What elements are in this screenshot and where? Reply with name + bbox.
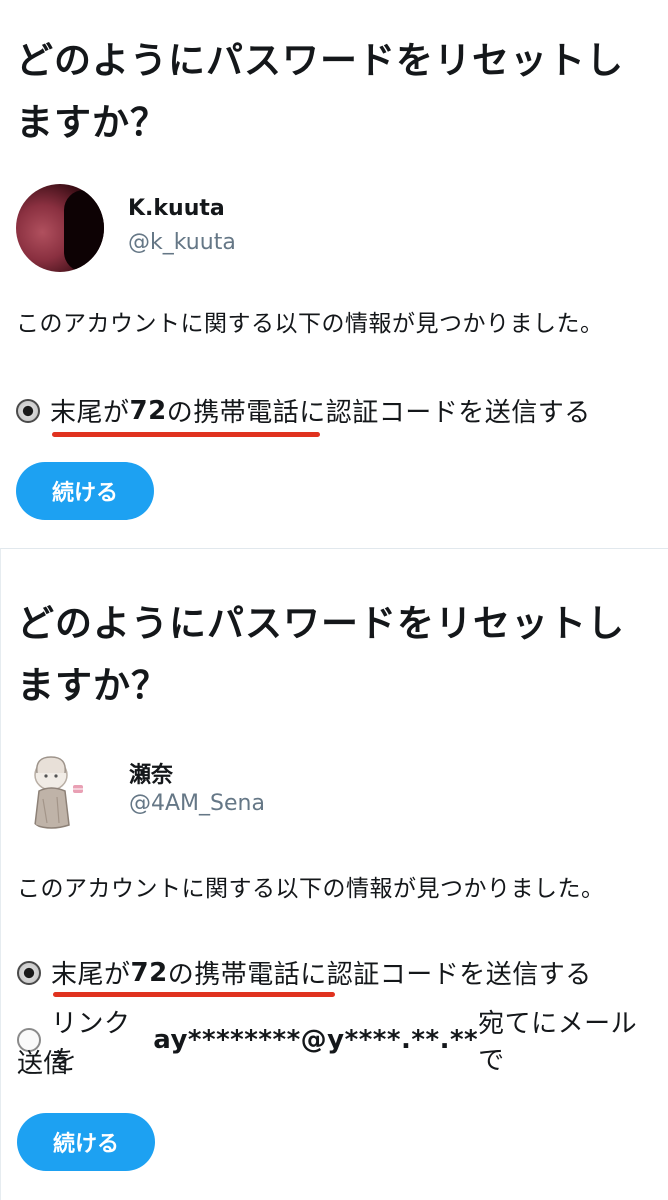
option-masked-email: ay********@y****.**.** — [153, 1025, 479, 1055]
user-handle: @4AM_Sena — [129, 791, 265, 816]
user-handle: @k_kuuta — [128, 230, 236, 255]
info-text: このアカウントに関する以下の情報が見つかりました。 — [16, 311, 604, 337]
radio-selected-icon[interactable] — [17, 960, 41, 985]
continue-button[interactable]: 続ける — [17, 1113, 155, 1171]
annotation-underline — [53, 992, 335, 997]
annotation-underline — [52, 432, 320, 437]
avatar — [16, 184, 104, 272]
info-text: このアカウントに関する以下の情報が見つかりました。 — [17, 876, 605, 902]
account-profile: 瀬奈 @4AM_Sena — [17, 745, 617, 835]
option-phone-digits: 72 — [129, 395, 167, 426]
radio-selected-icon[interactable] — [16, 398, 40, 423]
option-text-after: の携帯電話に認証コードを送信する — [167, 960, 592, 990]
display-name: K.kuuta — [128, 196, 225, 221]
display-name: 瀬奈 — [129, 763, 174, 788]
option-text-after: の携帯電話に認証コードを送信する — [166, 398, 591, 428]
continue-button[interactable]: 続ける — [16, 462, 154, 520]
option-email[interactable]: リンクを ay********@y****.**.** 宛てにメールで — [17, 1003, 657, 1077]
option-sms[interactable]: 末尾が 72 の携帯電話に認証コードを送信する — [17, 954, 657, 991]
illustrated-character-icon — [34, 756, 83, 829]
page-title: どのようにパスワードをリセットしますか？ — [16, 39, 624, 144]
option-text-after: 宛てにメールで — [478, 1009, 638, 1076]
option-text-wrap: 送信 — [17, 1049, 70, 1079]
page-title: どのようにパスワードをリセットしますか？ — [17, 602, 625, 707]
option-phone-digits: 72 — [130, 957, 168, 988]
reset-panel-1: どのようにパスワードをリセットしますか？ K.kuuta @k_kuuta この… — [0, 0, 668, 548]
option-sms[interactable]: 末尾が 72 の携帯電話に認証コードを送信する — [16, 392, 656, 429]
avatar — [17, 745, 105, 833]
option-text-before: 末尾が — [51, 960, 131, 990]
account-profile: K.kuuta @k_kuuta — [16, 184, 616, 274]
reset-panel-2: どのようにパスワードをリセットしますか？ 瀬奈 @4AM_Sena このアカウン… — [0, 548, 668, 1200]
option-text-before: 末尾が — [50, 398, 130, 428]
